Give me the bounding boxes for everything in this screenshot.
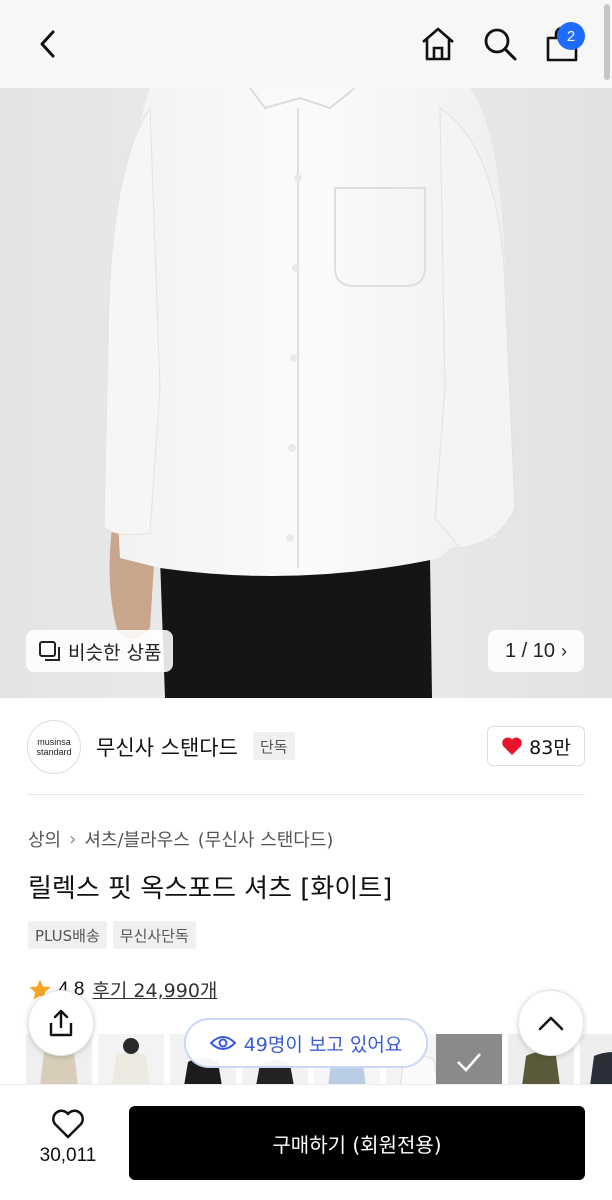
similar-products-button[interactable]: 비슷한 상품 bbox=[26, 630, 174, 672]
cart-count-badge: 2 bbox=[557, 22, 585, 50]
similar-products-label: 비슷한 상품 bbox=[68, 641, 162, 664]
product-image[interactable] bbox=[0, 88, 612, 698]
product-title: 릴렉스 핏 옥스포드 셔츠 [화이트] bbox=[28, 874, 393, 904]
chevron-right-icon: › bbox=[69, 828, 77, 850]
shirt-photo bbox=[0, 88, 612, 698]
heart-icon bbox=[502, 737, 522, 755]
heart-outline-icon bbox=[52, 1109, 84, 1139]
viewers-label: 49명이 보고 있어요 bbox=[243, 1033, 403, 1056]
breadcrumb-item-shirts[interactable]: 셔츠/블라우스 bbox=[84, 826, 189, 852]
reviews-link[interactable]: 후기 24,990개 bbox=[92, 976, 217, 1003]
breadcrumb-brand[interactable]: (무신사 스탠다드) bbox=[198, 826, 334, 852]
chevron-left-icon bbox=[40, 30, 55, 58]
bottom-action-bar: 30,011 구매하기 (회원전용) bbox=[0, 1084, 612, 1200]
breadcrumb: 상의 › 셔츠/블라우스 (무신사 스탠다드) bbox=[28, 826, 333, 852]
eye-icon bbox=[209, 1036, 236, 1050]
wishlist-button[interactable]: 30,011 bbox=[30, 1109, 106, 1167]
search-icon bbox=[484, 28, 517, 61]
brand-like-button[interactable]: 83만 bbox=[487, 726, 585, 766]
home-button[interactable] bbox=[416, 22, 460, 66]
buy-button[interactable]: 구매하기 (회원전용) bbox=[129, 1106, 585, 1180]
brand-logo[interactable]: musinsa standard bbox=[27, 720, 81, 774]
chevron-right-icon: › bbox=[561, 640, 568, 661]
scroll-to-top-button[interactable] bbox=[518, 990, 584, 1056]
search-button[interactable] bbox=[478, 22, 522, 66]
brand-logo-text-2: standard bbox=[36, 747, 72, 757]
related-thumbnail[interactable] bbox=[98, 1034, 164, 1086]
divider bbox=[27, 794, 585, 795]
scrollbar[interactable] bbox=[604, 4, 610, 80]
brand-exclusive-tag: 단독 bbox=[253, 732, 295, 760]
back-button[interactable] bbox=[26, 22, 70, 66]
wishlist-count: 30,011 bbox=[39, 1145, 97, 1166]
related-thumbnail[interactable] bbox=[436, 1034, 502, 1086]
brand-like-count: 83만 bbox=[529, 736, 571, 759]
tag-exclusive: 무신사단독 bbox=[112, 921, 196, 949]
brand-row: musinsa standard 무신사 스탠다드 단독 83만 bbox=[0, 700, 612, 796]
chevron-up-icon bbox=[538, 1016, 564, 1031]
image-pager[interactable]: 1 / 10 › bbox=[488, 630, 584, 672]
share-button[interactable] bbox=[28, 990, 94, 1056]
brand-logo-text-1: musinsa bbox=[37, 737, 71, 747]
home-icon bbox=[422, 27, 454, 61]
tag-plus-delivery: PLUS배송 bbox=[28, 921, 107, 949]
top-nav-bar: 2 bbox=[0, 0, 612, 88]
viewers-badge: 49명이 보고 있어요 bbox=[184, 1018, 428, 1068]
related-thumbnail[interactable] bbox=[580, 1034, 612, 1086]
pager-text: 1 / 10 bbox=[504, 639, 556, 662]
similar-icon bbox=[39, 641, 60, 661]
brand-name[interactable]: 무신사 스탠다드 bbox=[96, 732, 238, 762]
breadcrumb-item-top[interactable]: 상의 bbox=[28, 826, 61, 852]
product-tags: PLUS배송 무신사단독 bbox=[28, 921, 202, 949]
share-icon bbox=[49, 1009, 73, 1037]
